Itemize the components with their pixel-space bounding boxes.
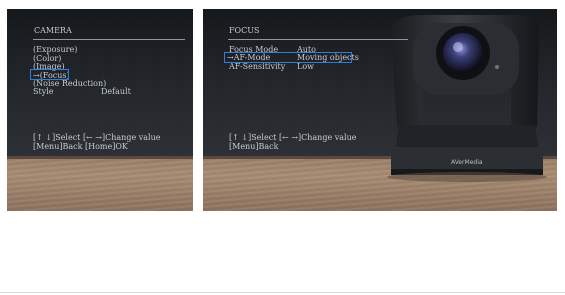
help-line-2: [Menu]Back — [229, 141, 279, 151]
page-divider — [0, 292, 565, 293]
osd-title: CAMERA — [34, 26, 72, 35]
style-value[interactable]: Default — [101, 87, 131, 97]
osd-title-divider — [33, 39, 185, 40]
osd-help-text: [↑ ↓]Select [← →]Change value [Menu]Back… — [33, 133, 160, 151]
osd-menu-list: (Exposure) (Color) (Image) →(Focus) (Noi… — [33, 45, 106, 89]
table-edge — [7, 156, 193, 159]
camera-brand-logo: AVerMedia — [451, 159, 483, 166]
af-sensitivity-label: AF-Sensitivity — [229, 62, 286, 71]
help-line-2: [Menu]Back [Home]OK — [33, 141, 128, 151]
wooden-table — [7, 156, 193, 211]
osd-title: FOCUS — [229, 26, 260, 35]
af-sensitivity-value[interactable]: Low — [297, 62, 314, 72]
osd-title-divider — [228, 39, 408, 40]
focus-menu-screenshot: AVerMedia FOCUS Focus Mode Auto →AF-Mode… — [203, 9, 557, 211]
osd-help-text: [↑ ↓]Select [← →]Change value [Menu]Back — [229, 133, 356, 151]
focus-selection-highlight — [30, 69, 69, 80]
style-label: Style — [33, 87, 54, 96]
camera-menu-screenshot: CAMERA (Exposure) (Color) (Image) →(Focu… — [7, 9, 193, 211]
